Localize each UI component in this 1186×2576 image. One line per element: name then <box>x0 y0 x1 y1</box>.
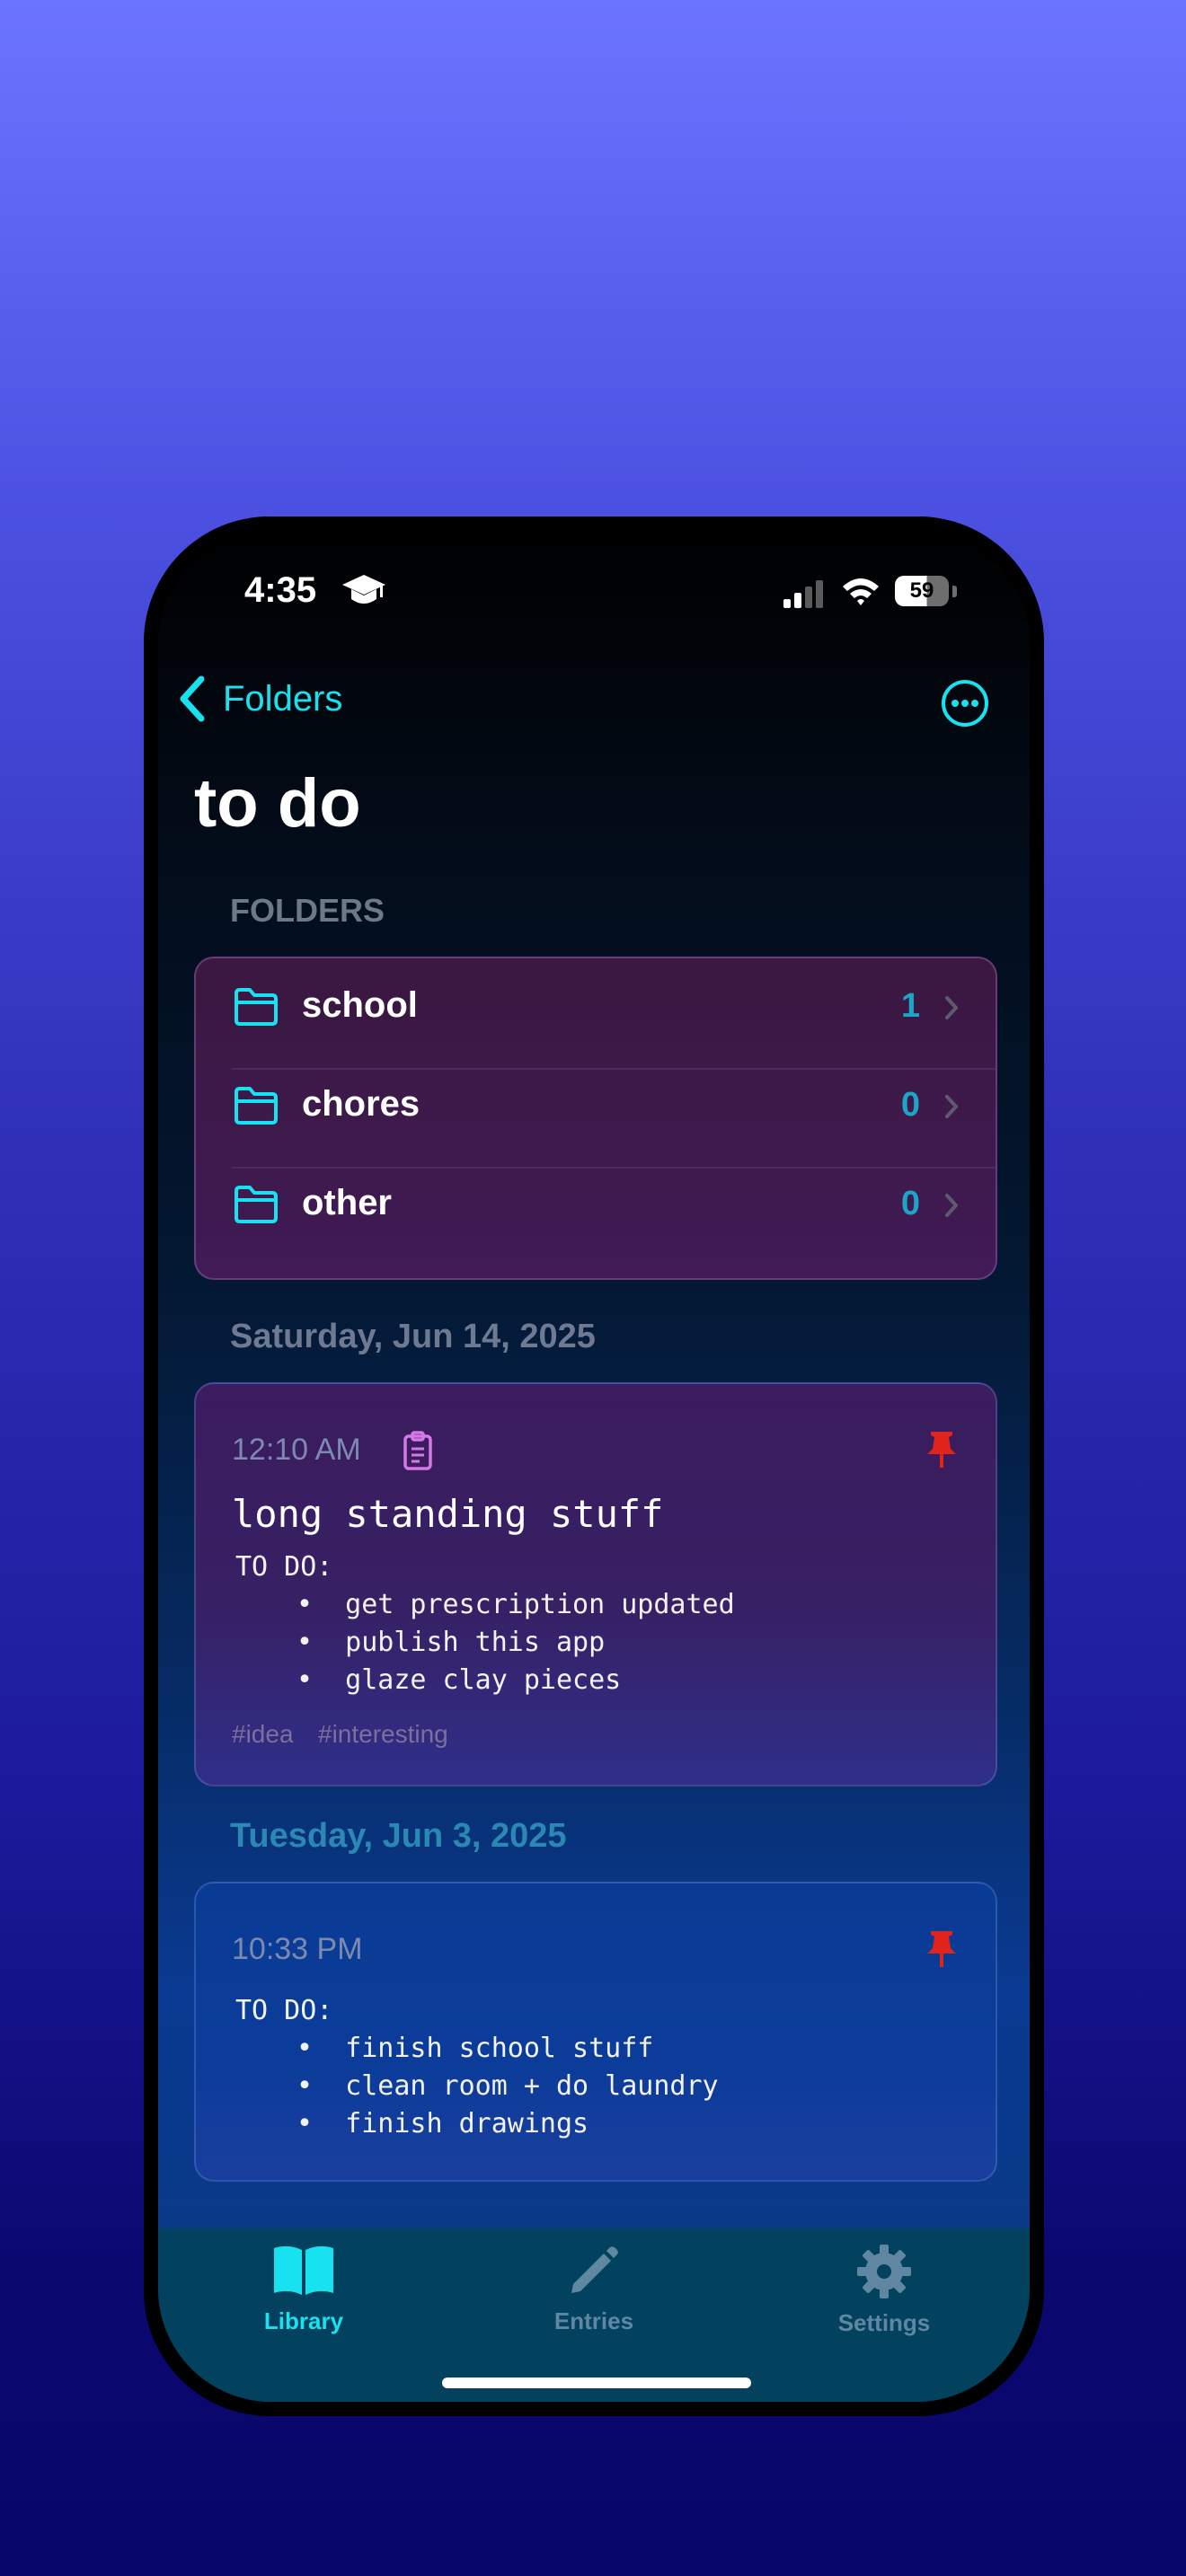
pin-icon[interactable] <box>925 1928 958 1968</box>
phone-frame: 4:35 59 Folders to do FOLDERS school 1 c… <box>144 516 1044 2416</box>
tag[interactable]: #interesting <box>318 1720 448 1749</box>
chevron-left-icon <box>180 675 205 722</box>
folder-count: 0 <box>900 1086 920 1124</box>
entry-body-heading: TO DO: <box>235 1551 333 1583</box>
tab-label: Library <box>263 2307 344 2334</box>
tab-library[interactable]: Library <box>214 2243 394 2335</box>
cellular-signal-icon <box>783 580 823 608</box>
folder-icon <box>235 1186 278 1223</box>
entry-body-bullet: • finish drawings <box>296 2108 589 2139</box>
folder-icon <box>235 988 278 1026</box>
tab-bar: Library Entries Settings <box>158 2228 1030 2402</box>
back-button-label: Folders <box>223 678 343 719</box>
pin-icon[interactable] <box>925 1429 958 1469</box>
tab-label: Settings <box>837 2309 931 2336</box>
status-bar: 4:35 59 <box>158 531 1030 639</box>
book-open-icon <box>274 2245 333 2295</box>
status-time: 4:35 <box>244 570 317 610</box>
entry-body-bullet: • finish school stuff <box>296 2033 654 2064</box>
back-button[interactable]: Folders <box>176 675 342 723</box>
battery-nub <box>952 586 957 597</box>
tab-label: Entries <box>553 2307 634 2334</box>
graduation-cap-icon <box>342 575 385 604</box>
pencil-icon <box>571 2246 618 2293</box>
clipboard-icon <box>403 1431 432 1470</box>
folder-name: other <box>302 1183 392 1222</box>
date-header: Saturday, Jun 14, 2025 <box>230 1318 596 1355</box>
battery-indicator: 59 <box>895 576 949 606</box>
entry-card[interactable]: 12:10 AM long standing stuff TO DO: • ge… <box>194 1382 997 1786</box>
entry-body-bullet: • publish this app <box>296 1627 606 1658</box>
gear-icon <box>857 2245 911 2298</box>
folder-row-other[interactable]: other 0 <box>196 1156 996 1255</box>
folders-section-header: FOLDERS <box>230 892 385 929</box>
entry-body-bullet: • clean room + do laundry <box>296 2070 719 2102</box>
folder-count: 0 <box>900 1185 920 1222</box>
more-options-icon[interactable] <box>940 678 990 728</box>
tab-entries[interactable]: Entries <box>504 2243 684 2335</box>
date-header: Tuesday, Jun 3, 2025 <box>230 1817 567 1855</box>
folder-name: school <box>302 985 418 1025</box>
chevron-right-icon <box>945 996 958 1019</box>
entry-time: 12:10 AM <box>232 1433 361 1467</box>
tab-settings[interactable]: Settings <box>794 2243 974 2337</box>
wifi-icon <box>843 578 879 605</box>
app-screen: 4:35 59 Folders to do FOLDERS school 1 c… <box>158 531 1030 2402</box>
tag[interactable]: #idea <box>232 1720 294 1749</box>
folder-row-school[interactable]: school 1 <box>196 958 996 1057</box>
entry-title: long standing stuff <box>232 1492 664 1536</box>
entry-time: 10:33 PM <box>232 1932 363 1966</box>
home-indicator[interactable] <box>442 2378 751 2388</box>
folder-row-chores[interactable]: chores 0 <box>196 1057 996 1156</box>
folders-list: school 1 chores 0 other 0 <box>194 957 997 1280</box>
entry-body-bullet: • glaze clay pieces <box>296 1664 622 1696</box>
chevron-right-icon <box>945 1095 958 1118</box>
entry-body-heading: TO DO: <box>235 1995 333 2026</box>
page-title: to do <box>194 765 361 842</box>
folder-count: 1 <box>900 987 920 1025</box>
entry-card[interactable]: 10:33 PM TO DO: • finish school stuff • … <box>194 1882 997 2182</box>
folder-name: chores <box>302 1084 420 1124</box>
folder-icon <box>235 1087 278 1125</box>
chevron-right-icon <box>945 1194 958 1217</box>
entry-body-bullet: • get prescription updated <box>296 1589 735 1620</box>
